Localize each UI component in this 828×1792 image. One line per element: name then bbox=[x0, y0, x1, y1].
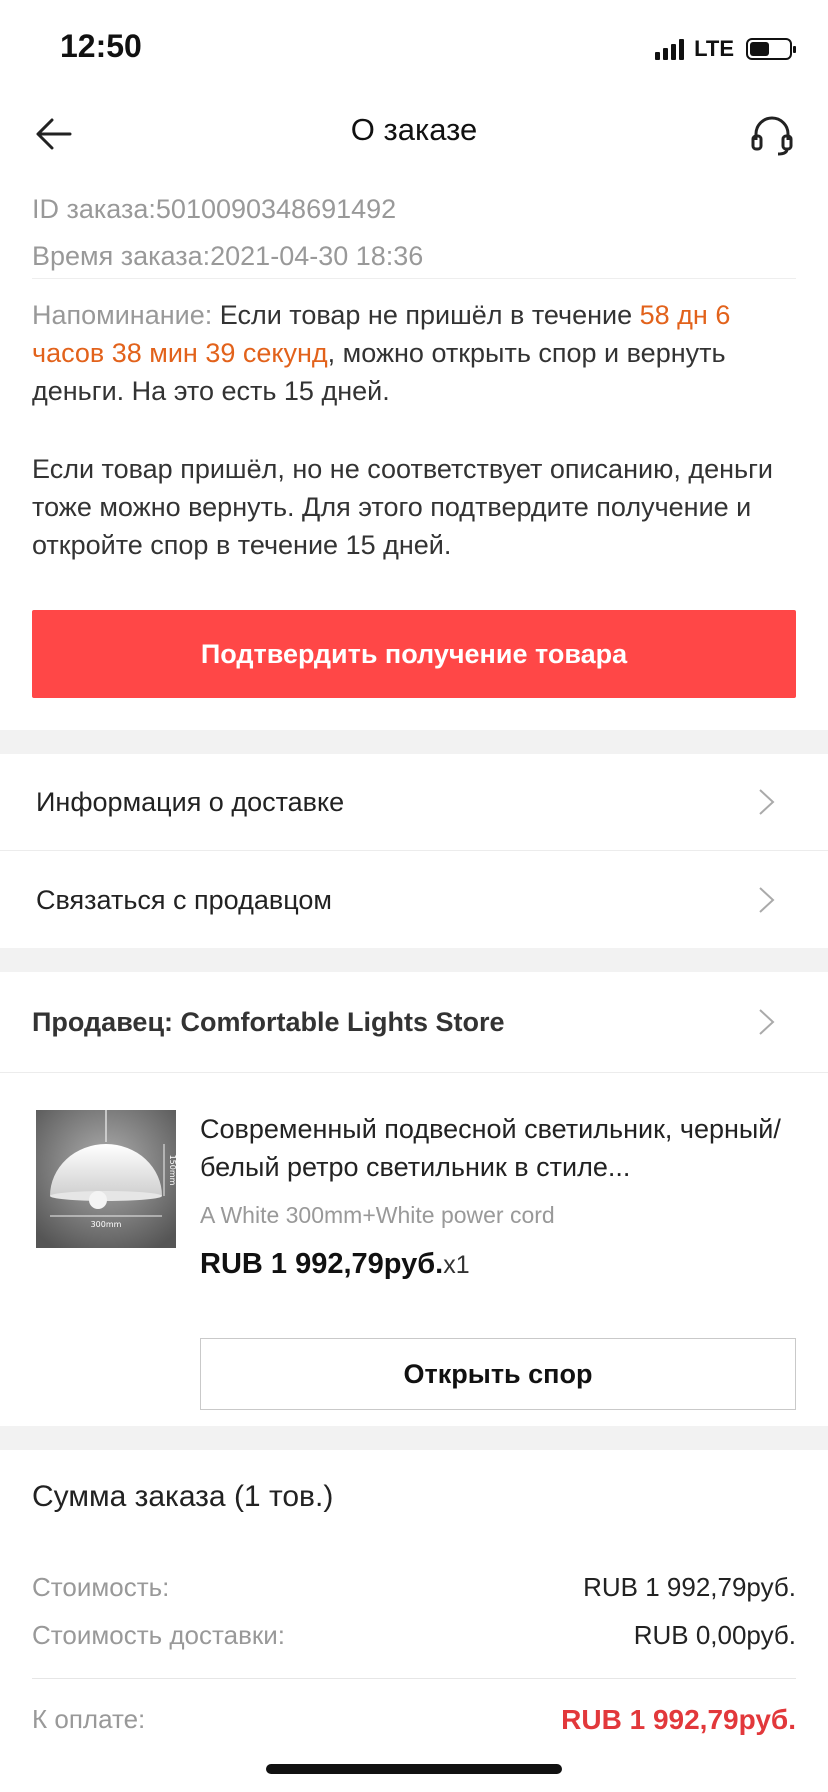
signal-icon bbox=[655, 38, 685, 60]
delivery-info-row[interactable]: Информация о доставке bbox=[0, 754, 828, 850]
order-id: ID заказа:5010090348691492 bbox=[32, 194, 397, 224]
shipping-label: Стоимость доставки: bbox=[32, 1620, 286, 1650]
product-price-value: RUB 1 992,79руб. bbox=[200, 1248, 444, 1280]
home-indicator[interactable] bbox=[266, 1764, 562, 1774]
total-label: К оплате: bbox=[32, 1704, 146, 1734]
total-value: RUB 1 992,79руб. bbox=[561, 1704, 796, 1735]
reminder-second-paragraph: Если товар пришёл, но не соответствует о… bbox=[32, 454, 773, 560]
chevron-right-icon bbox=[759, 789, 775, 815]
nav-bar: О заказе bbox=[0, 100, 828, 166]
divider bbox=[32, 1678, 796, 1679]
confirm-receipt-button[interactable]: Подтвердить получение товара bbox=[32, 610, 796, 698]
status-indicators: LTE bbox=[655, 36, 796, 62]
section-gap bbox=[0, 1426, 828, 1450]
status-bar: 12:50 LTE bbox=[0, 0, 828, 100]
status-time: 12:50 bbox=[60, 28, 142, 64]
network-type: LTE bbox=[694, 36, 734, 61]
contact-seller-label: Связаться с продавцом bbox=[36, 884, 332, 915]
lamp-image: 300mm 150mm bbox=[36, 1110, 176, 1248]
battery-icon bbox=[746, 38, 796, 60]
reminder-text: Напоминание: Если товар не пришёл в тече… bbox=[32, 296, 802, 410]
order-meta: ID заказа:5010090348691492 Время заказа:… bbox=[32, 186, 423, 280]
section-gap bbox=[0, 948, 828, 972]
image-width-label: 300mm bbox=[91, 1220, 122, 1229]
cost-value: RUB 1 992,79руб. bbox=[583, 1572, 796, 1602]
shipping-row: Стоимость доставки: RUB 0,00руб. bbox=[32, 1620, 796, 1651]
summary-title: Сумма заказа (1 тов.) bbox=[32, 1480, 334, 1513]
image-height-label: 150mm bbox=[168, 1155, 176, 1186]
headset-icon bbox=[751, 116, 793, 156]
shipping-value: RUB 0,00руб. bbox=[633, 1620, 796, 1650]
chevron-right-icon bbox=[759, 1009, 775, 1035]
product-image[interactable]: 300mm 150mm bbox=[36, 1110, 176, 1248]
support-button[interactable] bbox=[748, 110, 796, 158]
section-gap bbox=[0, 730, 828, 754]
total-row: К оплате: RUB 1 992,79руб. bbox=[32, 1704, 796, 1736]
cost-row: Стоимость: RUB 1 992,79руб. bbox=[32, 1572, 796, 1603]
chevron-right-icon bbox=[759, 887, 775, 913]
reminder-text-before: Если товар не пришёл в течение bbox=[219, 300, 640, 330]
product-title[interactable]: Современный подвесной светильник, черный… bbox=[200, 1110, 800, 1186]
order-time: Время заказа:2021-04-30 18:36 bbox=[32, 241, 424, 271]
seller-name: Продавец: Comfortable Lights Store bbox=[32, 1006, 505, 1037]
divider bbox=[0, 850, 828, 851]
delivery-info-label: Информация о доставке bbox=[36, 786, 345, 817]
cost-label: Стоимость: bbox=[32, 1572, 170, 1602]
seller-row[interactable]: Продавец: Comfortable Lights Store bbox=[0, 972, 828, 1072]
product-qty: x1 bbox=[443, 1251, 470, 1279]
divider bbox=[0, 1072, 828, 1073]
product-sku: A White 300mm+White power cord bbox=[200, 1202, 555, 1228]
contact-seller-row[interactable]: Связаться с продавцом bbox=[0, 852, 828, 948]
open-dispute-button[interactable]: Открыть спор bbox=[200, 1338, 796, 1410]
page-title: О заказе bbox=[350, 112, 478, 147]
product-price: RUB 1 992,79руб.x1 bbox=[200, 1248, 470, 1281]
divider bbox=[32, 278, 796, 279]
reminder-label: Напоминание: bbox=[32, 300, 220, 330]
